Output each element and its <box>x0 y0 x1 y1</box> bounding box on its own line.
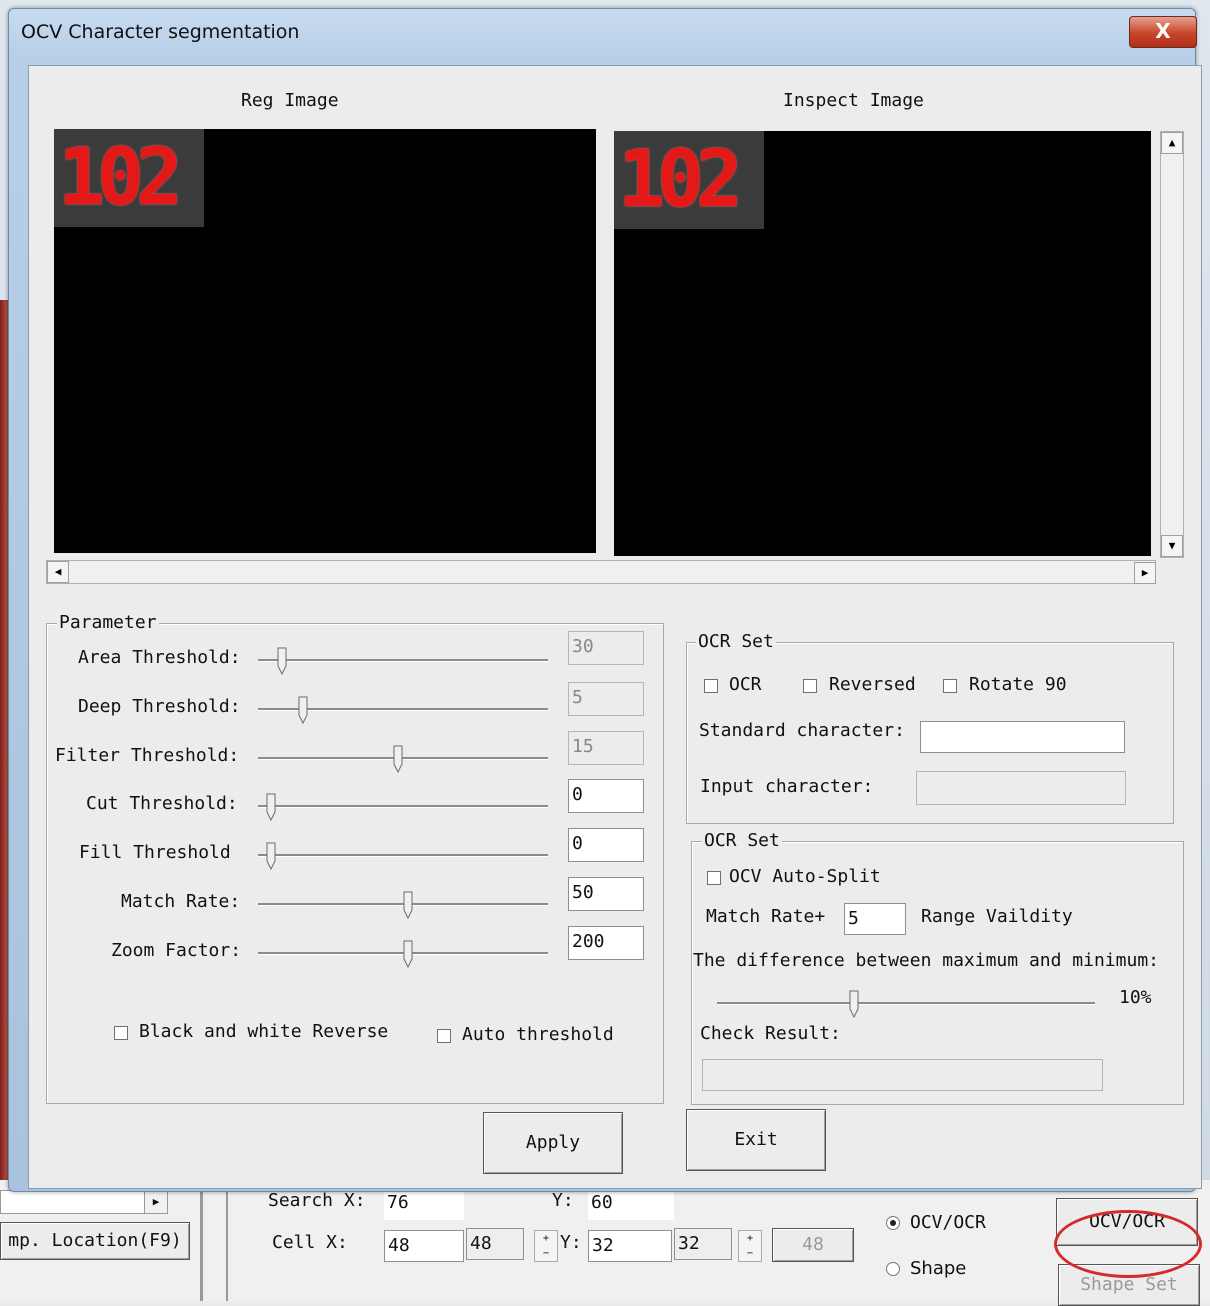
reversed-checkbox-label: Reversed <box>829 674 916 695</box>
standard-character-field[interactable] <box>920 721 1125 753</box>
scroll-up-icon[interactable]: ▲ <box>1161 132 1183 154</box>
search-y-label: Y: <box>552 1190 574 1211</box>
vertical-scrollbar[interactable]: ▲ ▼ <box>1160 131 1184 558</box>
dropdown-arrow-icon[interactable]: ▶ <box>144 1191 167 1213</box>
standard-character-label: Standard character: <box>699 720 905 741</box>
rotate-90-checkbox-label: Rotate 90 <box>969 674 1067 695</box>
rotate-90-checkbox[interactable] <box>943 679 957 693</box>
ocv-set-title: OCR Set <box>702 830 782 851</box>
cell-x2-field[interactable]: 48 <box>466 1228 524 1260</box>
inspect-image-label: Inspect Image <box>783 90 924 111</box>
input-character-field[interactable] <box>916 771 1126 805</box>
parameter-value-field[interactable]: 15 <box>568 731 644 765</box>
close-icon[interactable]: X <box>1129 16 1197 48</box>
parameter-group-title: Parameter <box>57 612 159 633</box>
highlight-circle <box>1054 1210 1202 1278</box>
parameter-value-field[interactable]: 50 <box>568 877 644 911</box>
cell-x-spinner[interactable]: + − <box>534 1230 558 1262</box>
bw-reverse-checkbox[interactable] <box>114 1026 128 1040</box>
parameter-value-field[interactable]: 5 <box>568 682 644 716</box>
reversed-checkbox[interactable] <box>803 679 817 693</box>
auto-threshold-checkbox[interactable] <box>437 1029 451 1043</box>
scroll-down-icon[interactable]: ▼ <box>1161 535 1183 557</box>
cell-width-button[interactable]: 48 <box>772 1228 854 1262</box>
parameter-slider-track[interactable] <box>258 659 548 662</box>
ocv-auto-split-label: OCV Auto-Split <box>729 866 881 887</box>
ocv-dialog: OCV Character segmentation X Reg Image I… <box>8 8 1202 1192</box>
search-y-field[interactable]: 60 <box>588 1188 674 1220</box>
reg-image-panel: 102 <box>54 129 596 553</box>
exit-button[interactable]: Exit <box>686 1109 826 1171</box>
parameter-label: Cut Threshold: <box>86 793 238 814</box>
parameter-slider-thumb[interactable] <box>393 745 403 773</box>
background-dropdown[interactable]: ▶ <box>0 1190 168 1214</box>
ocv-ocr-radio-label: OCV/OCR <box>910 1212 986 1233</box>
background-bottom-panel: ▶ mp. Location(F9) Search X: 76 Y: 60 Ce… <box>0 1180 1210 1306</box>
range-validity-label: Range Vaildity <box>921 906 1073 927</box>
parameter-slider-thumb[interactable] <box>298 696 308 724</box>
parameter-label: Deep Threshold: <box>78 696 241 717</box>
auto-threshold-label: Auto threshold <box>462 1024 614 1045</box>
location-button[interactable]: mp. Location(F9) <box>0 1222 190 1260</box>
parameter-slider-track[interactable] <box>258 805 548 808</box>
shape-radio[interactable] <box>886 1262 900 1276</box>
inspect-image-panel: 102 <box>614 131 1151 556</box>
reg-image-digits: 102 <box>54 129 204 227</box>
parameter-value-field[interactable]: 30 <box>568 631 644 665</box>
ocv-auto-split-checkbox[interactable] <box>707 871 721 885</box>
parameter-label: Area Threshold: <box>78 647 241 668</box>
parameter-slider-thumb[interactable] <box>266 793 276 821</box>
ocr-checkbox-label: OCR <box>729 674 762 695</box>
cell-y-spinner[interactable]: + − <box>738 1230 762 1262</box>
parameter-slider-track[interactable] <box>258 854 548 857</box>
parameter-slider-thumb[interactable] <box>277 647 287 675</box>
difference-slider-thumb[interactable] <box>849 990 859 1018</box>
ocr-set-title: OCR Set <box>696 631 776 652</box>
match-rate-plus-field[interactable]: 5 <box>844 903 906 935</box>
background-divider <box>200 1180 203 1301</box>
parameter-slider-thumb[interactable] <box>403 891 413 919</box>
difference-label: The difference between maximum and minim… <box>693 950 1159 971</box>
parameter-value-field[interactable]: 0 <box>568 779 644 813</box>
check-result-label: Check Result: <box>700 1023 841 1044</box>
scroll-left-icon[interactable]: ◀ <box>47 561 69 583</box>
cell-y-label: Y: <box>560 1232 582 1253</box>
parameter-label: Filter Threshold: <box>55 745 240 766</box>
parameter-slider-thumb[interactable] <box>403 940 413 968</box>
dialog-client-area: Reg Image Inspect Image 102 102 ▲ ▼ ◀ ▶ … <box>28 65 1202 1189</box>
parameter-value-field[interactable]: 0 <box>568 828 644 862</box>
search-x-label: Search X: <box>268 1190 366 1211</box>
inspect-image-digits: 102 <box>614 131 764 229</box>
parameter-label: Fill Threshold <box>79 842 231 863</box>
dialog-title: OCV Character segmentation <box>21 21 300 43</box>
bw-reverse-label: Black and white Reverse <box>139 1021 389 1042</box>
scroll-right-icon[interactable]: ▶ <box>1134 562 1156 584</box>
parameter-slider-thumb[interactable] <box>266 842 276 870</box>
shape-radio-label: Shape <box>910 1258 967 1279</box>
check-result-field[interactable] <box>702 1059 1103 1091</box>
cell-y2-field[interactable]: 32 <box>674 1228 732 1260</box>
cell-x-field[interactable]: 48 <box>384 1230 464 1262</box>
ocr-checkbox[interactable] <box>704 679 718 693</box>
parameter-label: Zoom Factor: <box>111 940 242 961</box>
ocv-ocr-radio[interactable] <box>886 1216 900 1230</box>
input-character-label: Input character: <box>700 776 874 797</box>
match-rate-plus-label: Match Rate+ <box>706 906 826 927</box>
difference-slider-track[interactable] <box>717 1002 1095 1005</box>
search-x-field[interactable]: 76 <box>384 1188 464 1220</box>
parameter-label: Match Rate: <box>121 891 241 912</box>
apply-button[interactable]: Apply <box>483 1112 623 1174</box>
parameter-slider-track[interactable] <box>258 757 548 760</box>
background-divider <box>226 1180 228 1301</box>
difference-value: 10% <box>1119 987 1152 1008</box>
cell-x-label: Cell X: <box>272 1232 348 1253</box>
parameter-value-field[interactable]: 200 <box>568 926 644 960</box>
cell-y-field[interactable]: 32 <box>588 1230 672 1262</box>
horizontal-scrollbar[interactable]: ◀ <box>46 560 1156 584</box>
reg-image-label: Reg Image <box>241 90 339 111</box>
